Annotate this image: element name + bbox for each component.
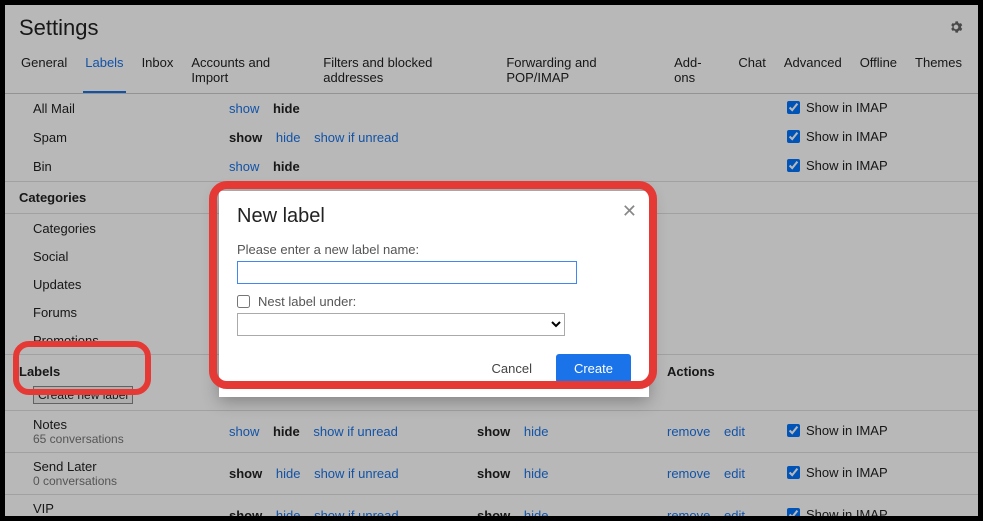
tab-chat[interactable]: Chat	[736, 49, 767, 93]
gear-icon[interactable]	[948, 15, 964, 41]
show-link[interactable]: show	[477, 508, 510, 521]
imap-checkbox[interactable]: Show in IMAP	[787, 423, 888, 438]
label-name: Spam	[19, 130, 229, 145]
show-link[interactable]: show	[229, 508, 262, 521]
tab-inbox[interactable]: Inbox	[140, 49, 176, 93]
tab-labels[interactable]: Labels	[83, 49, 125, 93]
remove-link[interactable]: remove	[667, 466, 710, 481]
dialog-title: New label	[237, 205, 631, 228]
hide-link[interactable]: hide	[276, 466, 301, 481]
show-if-unread-link[interactable]: show if unread	[314, 466, 399, 481]
show-if-unread-link[interactable]: show if unread	[313, 424, 398, 439]
label-name: Send Later	[33, 459, 229, 474]
new-label-dialog: ✕ New label Please enter a new label nam…	[219, 191, 649, 397]
imap-checkbox[interactable]: Show in IMAP	[787, 158, 888, 173]
create-new-label-button[interactable]: Create new label	[33, 386, 133, 404]
cancel-button[interactable]: Cancel	[482, 354, 542, 383]
show-link[interactable]: show	[477, 466, 510, 481]
tab-addons[interactable]: Add-ons	[672, 49, 722, 93]
hide-link[interactable]: hide	[524, 508, 549, 521]
hide-link[interactable]: hide	[524, 466, 549, 481]
hide-link[interactable]: hide	[273, 159, 300, 174]
table-row: VIP 1 conversation show hide show if unr…	[5, 494, 978, 521]
tab-offline[interactable]: Offline	[858, 49, 899, 93]
table-row: Spam show hide show if unread Show in IM…	[5, 123, 978, 152]
label-name: Bin	[19, 159, 229, 174]
hide-link[interactable]: hide	[273, 101, 300, 116]
label-name: All Mail	[19, 101, 229, 116]
show-link[interactable]: show	[229, 159, 259, 174]
label-name: Notes	[33, 417, 229, 432]
close-icon[interactable]: ✕	[622, 201, 637, 222]
show-link[interactable]: show	[229, 101, 259, 116]
hide-link[interactable]: hide	[524, 424, 549, 439]
hide-link[interactable]: hide	[276, 508, 301, 521]
show-link[interactable]: show	[229, 466, 262, 481]
table-row: Send Later 0 conversations show hide sho…	[5, 452, 978, 494]
label-name-input[interactable]	[237, 261, 577, 284]
show-link[interactable]: show	[229, 424, 259, 439]
label-name: VIP	[33, 501, 229, 516]
edit-link[interactable]: edit	[724, 508, 745, 521]
tab-themes[interactable]: Themes	[913, 49, 964, 93]
imap-checkbox[interactable]: Show in IMAP	[787, 100, 888, 115]
tab-general[interactable]: General	[19, 49, 69, 93]
imap-checkbox[interactable]: Show in IMAP	[787, 465, 888, 480]
table-row: Notes 65 conversations show hide show if…	[5, 410, 978, 452]
remove-link[interactable]: remove	[667, 508, 710, 521]
actions-header: Actions	[667, 364, 787, 379]
tab-filters[interactable]: Filters and blocked addresses	[321, 49, 490, 93]
settings-tabs: General Labels Inbox Accounts and Import…	[5, 49, 978, 94]
label-sub: 65 conversations	[33, 432, 229, 446]
show-link[interactable]: show	[229, 130, 262, 145]
hide-link[interactable]: hide	[273, 424, 300, 439]
show-if-unread-link[interactable]: show if unread	[314, 508, 399, 521]
label-sub: 0 conversations	[33, 474, 229, 488]
labels-title: Labels	[19, 364, 229, 379]
remove-link[interactable]: remove	[667, 424, 710, 439]
tab-accounts[interactable]: Accounts and Import	[189, 49, 307, 93]
edit-link[interactable]: edit	[724, 424, 745, 439]
tab-advanced[interactable]: Advanced	[782, 49, 844, 93]
nest-label-text: Nest label under:	[258, 294, 356, 309]
hide-link[interactable]: hide	[276, 130, 301, 145]
tab-forwarding[interactable]: Forwarding and POP/IMAP	[504, 49, 658, 93]
imap-checkbox[interactable]: Show in IMAP	[787, 507, 888, 521]
table-row: All Mail show hide Show in IMAP	[5, 94, 978, 123]
imap-checkbox[interactable]: Show in IMAP	[787, 129, 888, 144]
page-title: Settings	[19, 15, 99, 41]
nest-label-select[interactable]	[237, 313, 565, 336]
show-if-unread-link[interactable]: show if unread	[314, 130, 399, 145]
label-sub: 1 conversation	[33, 516, 229, 521]
edit-link[interactable]: edit	[724, 466, 745, 481]
dialog-prompt: Please enter a new label name:	[237, 242, 631, 257]
table-row: Bin show hide Show in IMAP	[5, 152, 978, 181]
show-link[interactable]: show	[477, 424, 510, 439]
nest-label-checkbox[interactable]	[237, 295, 250, 308]
create-button[interactable]: Create	[556, 354, 631, 383]
